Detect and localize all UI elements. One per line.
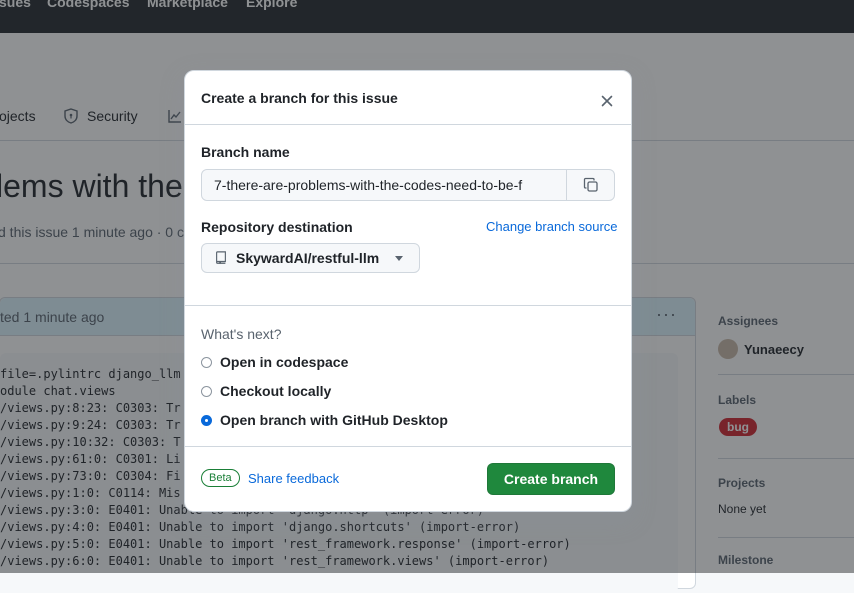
beta-badge: Beta xyxy=(201,469,240,487)
branch-name-label: Branch name xyxy=(201,144,290,160)
option-label: Open in codespace xyxy=(220,354,349,370)
repo-select[interactable]: SkywardAI/restful-llm xyxy=(201,243,420,273)
close-icon xyxy=(601,95,613,107)
change-branch-source-link[interactable]: Change branch source xyxy=(486,219,618,234)
option-checkout-locally[interactable]: Checkout locally xyxy=(201,383,331,399)
option-open-codespace[interactable]: Open in codespace xyxy=(201,354,348,370)
share-feedback-link[interactable]: Share feedback xyxy=(248,471,339,486)
whats-next-heading: What's next? xyxy=(201,326,282,342)
copy-button[interactable] xyxy=(566,170,615,200)
close-button[interactable] xyxy=(595,89,619,113)
option-label: Open branch with GitHub Desktop xyxy=(220,412,448,428)
repo-icon xyxy=(216,251,226,265)
chevron-down-icon xyxy=(395,255,404,261)
copy-icon xyxy=(583,177,598,192)
repo-name: SkywardAI/restful-llm xyxy=(236,250,380,266)
repo-destination-label: Repository destination xyxy=(201,219,353,235)
create-branch-dialog: Create a branch for this issue Branch na… xyxy=(184,70,632,512)
radio-button[interactable] xyxy=(201,385,212,397)
branch-name-group xyxy=(201,169,615,201)
branch-name-input[interactable] xyxy=(202,170,566,200)
option-label: Checkout locally xyxy=(220,383,332,399)
dialog-divider xyxy=(185,305,631,306)
dialog-header: Create a branch for this issue xyxy=(185,71,631,125)
dialog-footer-divider xyxy=(185,446,631,447)
option-github-desktop[interactable]: Open branch with GitHub Desktop xyxy=(201,412,448,428)
radio-button[interactable] xyxy=(201,356,212,368)
create-branch-button[interactable]: Create branch xyxy=(487,463,615,495)
radio-button-checked[interactable] xyxy=(201,414,212,426)
dialog-title: Create a branch for this issue xyxy=(201,90,398,106)
